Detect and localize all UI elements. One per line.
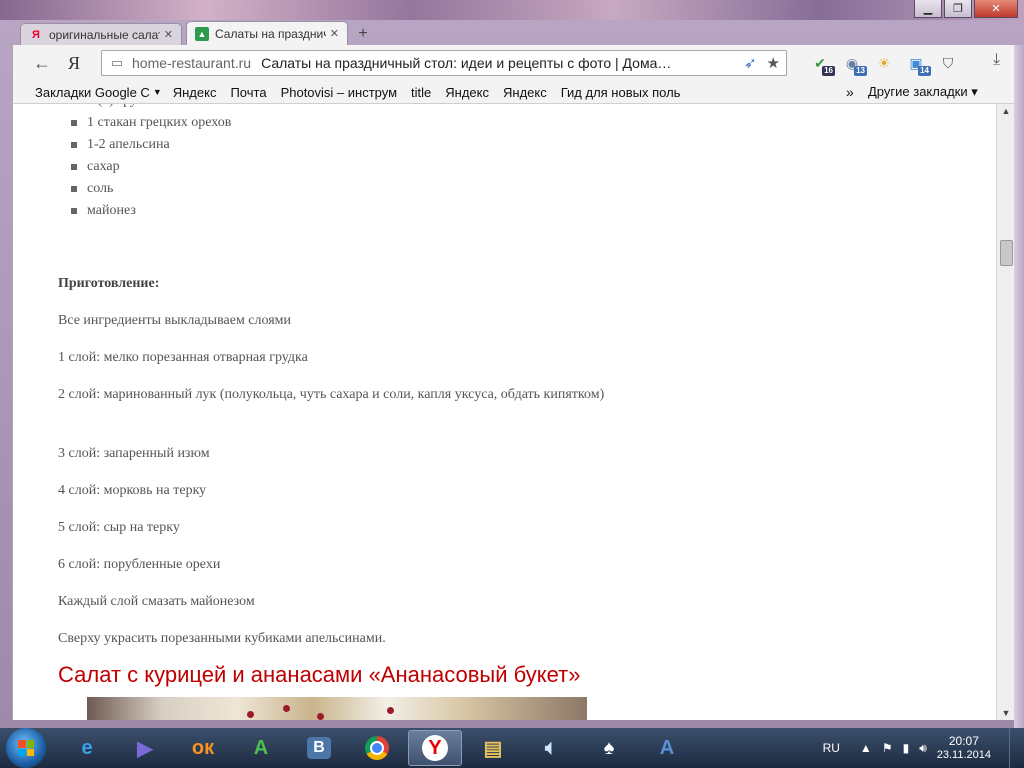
address-page-title: Салаты на праздничный стол: идеи и рецеп… (261, 55, 672, 71)
yandex-logo-icon[interactable]: Я (61, 50, 87, 76)
chevron-down-icon[interactable]: ▼ (153, 87, 162, 97)
ingredient-item: 1-2 апельсина (69, 134, 231, 156)
vertical-scrollbar[interactable]: ▲ ▼ (996, 104, 1015, 720)
windows-logo-icon (18, 740, 34, 756)
tab-title: Салаты на праздничн (215, 26, 326, 41)
bookmark-title[interactable]: title (404, 85, 438, 100)
show-hidden-icons-icon[interactable]: ▲ (860, 741, 872, 755)
scroll-thumb[interactable] (1000, 240, 1013, 266)
yandex-browser-icon[interactable]: Y (408, 730, 462, 766)
step-paragraph: 1 слой: мелко порезанная отварная грудка (58, 350, 308, 365)
ingredient-item: 1 стакан грецких орехов (69, 112, 231, 134)
taskbar: e ▶ ок A B Y ▤ 🔈︎ ♠ A RU ▲ ⚑ ▮ 🔊︎ 20:07 … (0, 728, 1024, 768)
network-signal-icon[interactable]: ▮ (903, 741, 910, 755)
wordpad-icon[interactable]: A (640, 730, 694, 766)
file-explorer-icon[interactable]: ▤ (466, 730, 520, 766)
tab-holiday-salads[interactable]: ▲ Салаты на праздничн ✕ (186, 21, 348, 45)
toolbar: ← Я ▭ home-restaurant.ru Салаты на празд… (12, 45, 1024, 81)
ingredient-item: майонез (69, 200, 231, 222)
recipe-heading[interactable]: Салат с курицей и ананасами «Ананасовый … (58, 662, 580, 688)
step-paragraph: Каждый слой смазать майонезом (58, 594, 255, 609)
pictures-icon[interactable]: ▣ 14 (904, 51, 931, 76)
address-bar[interactable]: ▭ home-restaurant.ru Салаты на праздничн… (101, 50, 787, 76)
mail-icon[interactable]: ◉ 13 (840, 51, 867, 76)
tab-original-salads[interactable]: Я оригинальные салаты ✕ (20, 23, 182, 45)
pomegranate-seed (283, 705, 290, 712)
pomegranate-seed (387, 707, 394, 714)
home-restaurant-favicon-icon: ▲ (195, 26, 209, 41)
address-domain: home-restaurant.ru (132, 55, 252, 71)
scroll-up-arrow-icon[interactable]: ▲ (997, 104, 1015, 118)
star-bookmark-icon[interactable]: ★ (767, 54, 780, 72)
vkontakte-icon[interactable]: B (292, 730, 346, 766)
step-paragraph: 4 слой: морковь на терку (58, 483, 207, 498)
shield-check-icon[interactable]: ✔ 16 (808, 51, 835, 76)
bookmarks-bar: Закладки Google C ▼ Яндекс Почта Photovi… (12, 81, 1024, 104)
page-content: 1 (2) груша 1 стакан грецких орехов 1-2 … (12, 104, 997, 720)
clock-time: 20:07 (948, 734, 979, 748)
bookmark-pochta[interactable]: Почта (223, 85, 273, 100)
recipe-photo (87, 697, 587, 720)
bookmark-photovisi[interactable]: Photovisi – инструм (274, 85, 404, 100)
start-button[interactable] (6, 728, 46, 768)
tab-close-icon[interactable]: ✕ (330, 27, 339, 40)
browser-window: ▁ ❐ ✕ Я оригинальные салаты ✕ ▲ Салаты н… (0, 0, 1024, 728)
step-paragraph: 6 слой: порубленные орехи (58, 557, 221, 572)
action-center-flag-icon[interactable]: ⚑ (882, 741, 893, 755)
clock[interactable]: 20:07 23.11.2014 (937, 734, 991, 762)
maximize-button[interactable]: ❐ (944, 0, 972, 18)
bookmark-guide[interactable]: Гид для новых поль (554, 85, 688, 100)
bookmark-yandex-2[interactable]: Яндекс (438, 85, 496, 100)
preparation-heading: Приготовление: (58, 276, 160, 291)
window-border (1014, 45, 1024, 728)
bookmark-yandex[interactable]: Яндекс (166, 85, 224, 100)
a-app-icon[interactable]: A (234, 730, 288, 766)
clock-date: 23.11.2014 (936, 749, 991, 761)
language-indicator[interactable]: RU (823, 741, 840, 755)
step-paragraph: 2 слой: маринованный лук (полукольца, чу… (58, 387, 605, 402)
step-paragraph: Все ингредиенты выкладываем слоями (58, 313, 292, 328)
speaker-app-icon[interactable]: 🔈︎ (524, 730, 578, 766)
ingredient-item-cut: 1 (2) груша (87, 104, 154, 112)
ingredient-item: соль (69, 178, 231, 200)
rocket-icon[interactable]: ➶ (744, 54, 757, 72)
tab-title: оригинальные салаты (49, 27, 160, 42)
pocket-icon[interactable]: ⛉ (936, 51, 960, 75)
title-bar[interactable] (0, 0, 1024, 20)
bookmarks-more-button[interactable]: » (839, 84, 861, 100)
media-player-icon[interactable]: ▶ (118, 730, 172, 766)
ingredient-list: 1 стакан грецких орехов 1-2 апельсина са… (69, 112, 231, 222)
show-desktop-button[interactable] (1009, 728, 1024, 768)
new-tab-button[interactable]: + (352, 25, 374, 43)
system-tray: RU ▲ ⚑ ▮ 🔊︎ 20:07 23.11.2014 (823, 728, 1024, 768)
tab-strip: Я оригинальные салаты ✕ ▲ Салаты на праз… (20, 21, 374, 45)
step-paragraph: Сверху украсить порезанными кубиками апе… (58, 631, 386, 646)
pomegranate-seed (317, 713, 324, 720)
download-icon[interactable]: ⤓ (993, 51, 1000, 69)
back-arrow-icon[interactable]: ← (29, 50, 55, 76)
step-paragraph: 3 слой: запаренный изюм (58, 446, 210, 461)
bookmark-google[interactable]: Закладки Google C (13, 85, 157, 100)
internet-explorer-icon[interactable]: e (60, 730, 114, 766)
scroll-down-arrow-icon[interactable]: ▼ (997, 706, 1015, 720)
close-button[interactable]: ✕ (974, 0, 1018, 18)
solitaire-icon[interactable]: ♠ (582, 730, 636, 766)
step-paragraph: 5 слой: сыр на терку (58, 520, 180, 535)
minimize-button[interactable]: ▁ (914, 0, 942, 18)
tab-close-icon[interactable]: ✕ (164, 28, 173, 41)
yandex-favicon-icon: Я (32, 28, 40, 41)
window-controls: ▁ ❐ ✕ (914, 0, 1018, 18)
chrome-icon[interactable] (350, 730, 404, 766)
volume-icon[interactable]: 🔊︎ (919, 741, 927, 756)
ingredient-item: сахар (69, 156, 231, 178)
pomegranate-seed (247, 711, 254, 718)
bookmark-yandex-3[interactable]: Яндекс (496, 85, 554, 100)
other-bookmarks-button[interactable]: Другие закладки ▾ (861, 84, 985, 100)
page-icon: ▭ (110, 55, 124, 70)
weather-icon[interactable]: ☀ (872, 51, 896, 75)
odnoklassniki-icon[interactable]: ок (176, 730, 230, 766)
extension-icons: ✔ 16 ◉ 13 ☀ ▣ 14 ⛉ (808, 51, 960, 76)
